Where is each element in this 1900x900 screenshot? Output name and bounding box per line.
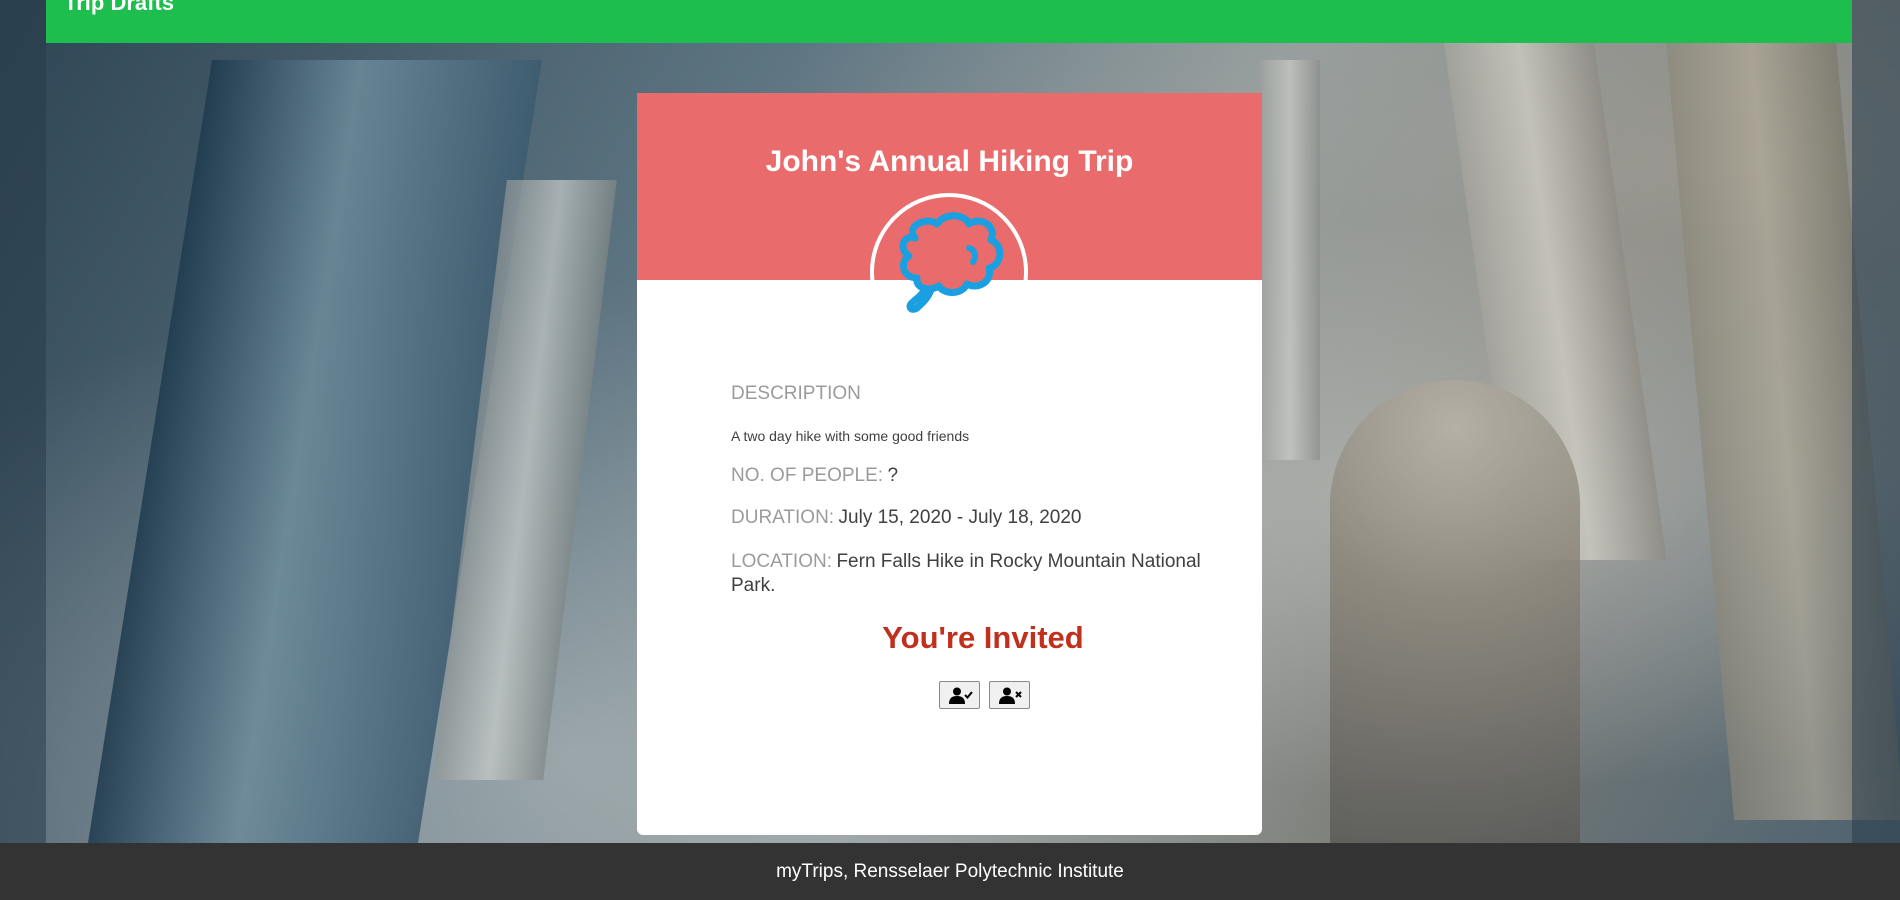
footer: myTrips, Rensselaer Polytechnic Institut… (0, 843, 1900, 900)
user-times-icon (999, 687, 1023, 704)
decline-invite-button[interactable] (989, 681, 1031, 709)
thought-bubble-icon (887, 208, 1012, 323)
invite-status: You're Invited (882, 620, 1084, 655)
description-label: DESCRIPTION (731, 383, 861, 404)
duration-label: DURATION: (731, 507, 835, 528)
navbar-title[interactable]: Trip Drafts (64, 0, 174, 16)
people-value: ? (887, 465, 899, 486)
user-check-icon (949, 687, 973, 704)
duration-value: July 15, 2020 - July 18, 2020 (838, 507, 1082, 528)
trip-card: John's Annual Hiking Trip DESCRIPTION A … (637, 93, 1262, 835)
people-row: NO. OF PEOPLE: ? (731, 465, 898, 487)
footer-text: myTrips, Rensselaer Polytechnic Institut… (776, 861, 1124, 882)
location-label: LOCATION: (731, 551, 832, 572)
duration-row: DURATION: July 15, 2020 - July 18, 2020 (731, 507, 1081, 529)
location-row: LOCATION: Fern Falls Hike in Rocky Mount… (731, 550, 1211, 598)
trip-title: John's Annual Hiking Trip (765, 145, 1134, 178)
description-text: A two day hike with some good friends (731, 428, 970, 444)
people-label: NO. OF PEOPLE: (731, 465, 884, 486)
invite-actions (939, 681, 1035, 714)
accept-invite-button[interactable] (939, 681, 980, 709)
top-navbar: Trip Drafts (46, 0, 1852, 43)
